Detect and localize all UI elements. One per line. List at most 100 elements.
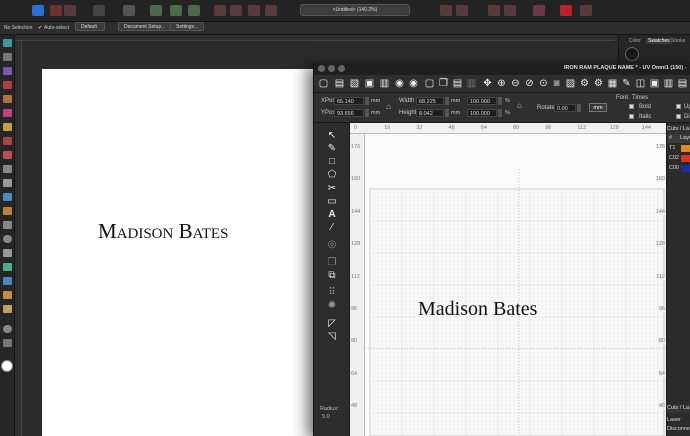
fill-color-well[interactable] bbox=[1, 360, 13, 372]
cut-row-c00[interactable]: C00 bbox=[667, 164, 690, 173]
arrange-icon[interactable] bbox=[230, 5, 242, 16]
rotate-spinner[interactable] bbox=[577, 104, 581, 112]
settings-icon[interactable]: ⚙ bbox=[578, 77, 591, 90]
scale-width-spinner[interactable] bbox=[498, 97, 502, 105]
auto-select-checkbox[interactable]: ✔ bbox=[38, 22, 42, 35]
font-selector[interactable]: Times bbox=[632, 95, 648, 101]
frame-icon[interactable]: ◫ bbox=[634, 77, 647, 90]
cut-row-c02[interactable]: C02 bbox=[667, 154, 690, 163]
arrange2-icon[interactable] bbox=[248, 5, 260, 16]
crop-tool-icon[interactable] bbox=[3, 207, 12, 215]
brush-tool-icon[interactable] bbox=[3, 305, 12, 313]
shape-tool-icon[interactable] bbox=[3, 263, 12, 271]
scissors-tool-icon[interactable]: ✂ bbox=[326, 183, 338, 195]
laser-tab[interactable]: Laser bbox=[667, 416, 690, 425]
view-tool-icon[interactable] bbox=[3, 339, 12, 347]
ypos-input[interactable]: 93.656 bbox=[334, 109, 364, 117]
import-icon[interactable]: ▧ bbox=[348, 77, 361, 90]
lightburn-launch-icon[interactable] bbox=[560, 5, 572, 16]
height-spinner[interactable] bbox=[445, 109, 449, 117]
save-as-icon[interactable]: ▥ bbox=[378, 77, 391, 90]
boolean-op-icon[interactable] bbox=[170, 5, 182, 16]
rotate-input[interactable]: 0.00 bbox=[554, 104, 576, 112]
persona-pixel-icon[interactable] bbox=[50, 5, 62, 16]
xpos-spinner[interactable] bbox=[365, 97, 369, 105]
minimize-window-button[interactable] bbox=[328, 65, 335, 72]
zoom-out-icon[interactable]: ⊖ bbox=[509, 77, 522, 90]
lock-icon[interactable]: ⌂ bbox=[386, 102, 391, 111]
flip2-icon[interactable] bbox=[456, 5, 468, 16]
lightburn-workspace[interactable]: Madison Bates 1761601441281129680644832 bbox=[365, 134, 666, 436]
fill-tool-icon[interactable] bbox=[3, 123, 12, 131]
new-file-icon[interactable]: ▢ bbox=[317, 77, 330, 90]
xpos-input[interactable]: 65.140 bbox=[334, 97, 364, 105]
scale-height-spinner[interactable] bbox=[498, 109, 502, 117]
boolean-op2-icon[interactable] bbox=[188, 5, 200, 16]
rectangle-tool-icon[interactable] bbox=[3, 221, 12, 229]
transform-icon[interactable] bbox=[488, 5, 500, 16]
scale-width-input[interactable]: 100.000 bbox=[467, 97, 497, 105]
frame-tool-icon[interactable]: ▭ bbox=[326, 196, 338, 208]
misc-icon[interactable] bbox=[580, 5, 592, 16]
scale-height-input[interactable]: 100.000 bbox=[467, 109, 497, 117]
transform2-icon[interactable] bbox=[504, 5, 516, 16]
zoom-tool-icon[interactable] bbox=[3, 325, 12, 333]
view-mode-icon[interactable] bbox=[93, 5, 105, 16]
save-icon[interactable]: ▣ bbox=[363, 77, 376, 90]
ellipse-tool-icon[interactable]: ⬠ bbox=[326, 169, 338, 181]
ellipse-tool-icon[interactable] bbox=[3, 235, 12, 243]
layer-color-swatch[interactable] bbox=[681, 155, 690, 162]
group-icon[interactable]: ❐ bbox=[326, 257, 338, 269]
node-tool-icon[interactable] bbox=[3, 53, 12, 61]
width-input[interactable]: 68.225 bbox=[416, 97, 444, 105]
tab-color[interactable]: Color bbox=[629, 38, 641, 44]
flip-icon[interactable] bbox=[440, 5, 452, 16]
preview-icon[interactable]: ▥ bbox=[662, 77, 675, 90]
tab-stroke[interactable]: Stroke bbox=[671, 38, 685, 44]
italic-checkbox[interactable] bbox=[629, 114, 634, 119]
assistant-icon[interactable] bbox=[533, 5, 545, 16]
width-spinner[interactable] bbox=[445, 97, 449, 105]
tab-swatches[interactable]: Swatches bbox=[646, 38, 672, 44]
offset-tool-icon[interactable]: ◎ bbox=[326, 239, 338, 251]
snapping-icon[interactable] bbox=[150, 5, 162, 16]
edit-nodes-icon[interactable]: ✎ bbox=[326, 143, 338, 155]
circular-array-icon[interactable]: ✺ bbox=[326, 300, 338, 312]
open-file-icon[interactable]: ▤ bbox=[333, 77, 346, 90]
vector-brush-icon[interactable] bbox=[3, 109, 12, 117]
zoom-window-button[interactable] bbox=[338, 65, 345, 72]
machine-settings-icon[interactable]: ⚙ bbox=[592, 77, 605, 90]
persona-export-icon[interactable] bbox=[64, 5, 76, 16]
move-icon[interactable]: ✥ bbox=[481, 77, 494, 90]
align-icon[interactable] bbox=[214, 5, 226, 16]
paint-brush-icon[interactable] bbox=[3, 151, 12, 159]
units-toggle-button[interactable]: mm bbox=[589, 103, 607, 112]
trace-icon[interactable]: ▨ bbox=[564, 77, 577, 90]
help-icon[interactable]: ▤ bbox=[676, 77, 689, 90]
distort-checkbox[interactable] bbox=[676, 114, 681, 119]
lightburn-canvas-text[interactable]: Madison Bates bbox=[418, 298, 537, 321]
camera-icon[interactable]: ◙ bbox=[550, 77, 563, 90]
swatch-preview[interactable] bbox=[625, 47, 639, 61]
select-tool-icon[interactable]: ↖ bbox=[326, 130, 338, 142]
redo-icon[interactable]: ◉ bbox=[407, 77, 420, 90]
toggle-icon[interactable] bbox=[123, 5, 135, 16]
eraser-icon[interactable] bbox=[3, 179, 12, 187]
cut-row-t1[interactable]: T1 bbox=[667, 144, 690, 153]
delete-icon[interactable]: ▥ bbox=[465, 77, 478, 90]
mode-dropdown[interactable]: Default bbox=[75, 22, 105, 31]
transparency-tool-icon[interactable] bbox=[3, 137, 12, 145]
upper-checkbox[interactable] bbox=[676, 104, 681, 109]
copy-icon[interactable]: ❐ bbox=[437, 77, 450, 90]
scale-lock-icon[interactable]: ⌂ bbox=[517, 101, 522, 110]
layer-color-swatch[interactable] bbox=[681, 165, 690, 172]
arrange3-icon[interactable] bbox=[265, 5, 277, 16]
settings-button[interactable]: Settings... bbox=[170, 22, 205, 31]
pixel-brush-icon[interactable] bbox=[3, 165, 12, 173]
notes-icon[interactable]: ▣ bbox=[648, 77, 661, 90]
corner-tool-icon[interactable] bbox=[3, 67, 12, 75]
sim-icon[interactable]: ▦ bbox=[606, 77, 619, 90]
undo-icon[interactable]: ◉ bbox=[393, 77, 406, 90]
array-icon[interactable]: ⠿ bbox=[326, 287, 338, 299]
wrench-icon[interactable]: ✎ bbox=[620, 77, 633, 90]
